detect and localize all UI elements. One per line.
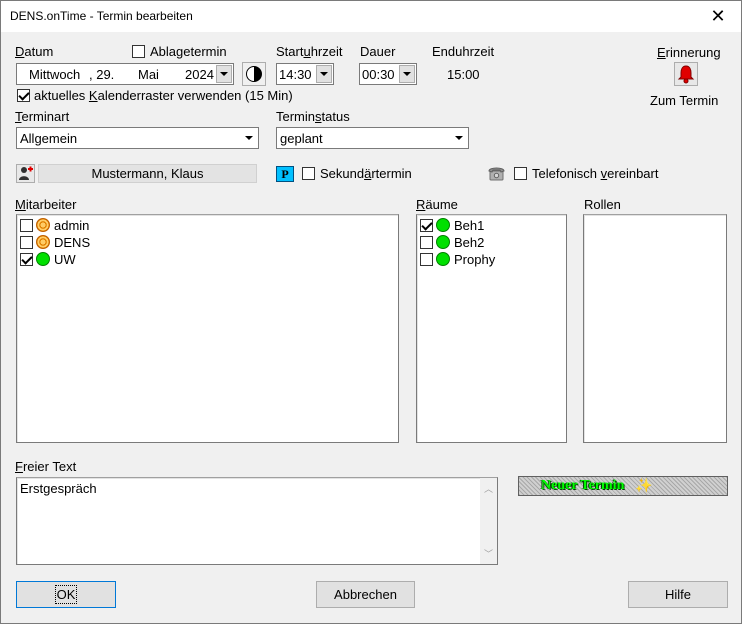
status-select[interactable]: geplant [276,127,469,149]
list-item[interactable]: admin [20,217,390,234]
room-beh2-checkbox[interactable] [420,236,433,249]
room-prophy-checkbox[interactable] [420,253,433,266]
free-text-label: Freier Text [15,459,77,474]
staff-uw-checkbox[interactable] [20,253,33,266]
status-available-icon [436,252,450,266]
list-item[interactable]: Beh2 [420,234,560,251]
ok-button[interactable]: OK [16,581,116,608]
sparkle-icon: ✨ [635,477,653,493]
scroll-down-icon[interactable]: ﹀ [484,547,493,560]
chevron-down-icon [403,72,411,76]
status-away-icon [36,235,50,249]
moon-phase-icon [246,66,262,82]
end-time-value: 15:00 [447,67,480,82]
close-icon[interactable]: ✕ [695,1,741,32]
scroll-up-icon[interactable]: ︿ [484,482,493,495]
end-label: Enduhrzeit [432,44,495,59]
patient-name: Mustermann, Klaus [38,164,257,183]
duration-value: 00:30 [362,67,395,82]
grid-option-label: aktuelles Kalenderraster verwenden (15 M… [34,88,293,103]
chevron-down-icon [245,136,253,140]
status-available-icon [436,235,450,249]
date-year: 2024 [185,67,214,82]
phone-label: Telefonisch vereinbart [532,166,659,181]
new-appointment-banner: Neuer Termin ✨ [518,476,728,496]
date-picker[interactable]: Mittwoch , 29. Mai 2024 [16,63,234,85]
status-available-icon [36,252,50,266]
duration-label: Dauer [360,44,396,59]
reminder-button[interactable] [674,62,698,86]
list-item[interactable]: UW [20,251,390,268]
private-badge-icon: P [276,166,294,182]
list-item[interactable]: Beh1 [420,217,560,234]
help-button[interactable]: Hilfe [628,581,728,608]
chevron-down-icon [320,72,328,76]
phone-icon [488,166,505,181]
start-time-value: 14:30 [279,67,312,82]
room-name: Beh1 [454,218,485,233]
duration-field[interactable]: 00:30 [359,63,417,85]
staff-name: admin [54,218,90,233]
room-name: Beh2 [454,235,485,250]
staff-label: Mitarbeiter [15,197,77,212]
cancel-button[interactable]: Abbrechen [316,581,415,608]
chevron-down-icon [220,72,228,76]
type-select[interactable]: Allgemein [16,127,259,149]
start-time-dropdown[interactable] [316,65,332,83]
cancel-label: Abbrechen [334,587,397,602]
secondary-label: Sekundärtermin [320,166,412,181]
list-item[interactable]: Prophy [420,251,560,268]
staff-name: UW [54,252,76,267]
rooms-list[interactable]: Beh1 Beh2 Prophy [416,214,567,443]
staff-list[interactable]: admin DENS UW [16,214,399,443]
status-available-icon [436,218,450,232]
date-month: Mai [138,67,159,82]
status-value: geplant [280,131,323,146]
staff-name: DENS [54,235,91,250]
phone-checkbox[interactable] [514,167,527,180]
dialog-window: DENS.onTime - Termin bearbeiten ✕ Datum … [0,0,742,624]
start-time-field[interactable]: 14:30 [276,63,334,85]
date-weekday: Mittwoch [29,67,81,82]
window-title: DENS.onTime - Termin bearbeiten [10,9,193,23]
reminder-label: Erinnerung [657,45,721,60]
help-label: Hilfe [664,587,691,602]
scrollbar[interactable]: ︿ ﹀ [480,478,497,564]
archive-label: Ablagetermin [150,44,227,59]
start-label: Startuhrzeit [276,44,343,59]
staff-dens-checkbox[interactable] [20,236,33,249]
type-value: Allgemein [20,131,78,146]
status-away-icon [36,218,50,232]
free-text-value: Erstgespräch [20,481,97,496]
patient-button[interactable] [16,164,35,183]
new-appointment-text: Neuer Termin [541,478,625,493]
list-item[interactable]: DENS [20,234,390,251]
title-bar: DENS.onTime - Termin bearbeiten ✕ [1,1,741,32]
type-label: Terminart [15,109,70,124]
patient-icon [19,166,33,180]
status-label: Terminstatus [276,109,350,124]
room-name: Prophy [454,252,496,267]
date-day: , 29. [89,67,115,82]
roles-list[interactable] [583,214,727,443]
archive-checkbox[interactable] [132,45,145,58]
chevron-down-icon [455,136,463,140]
duration-dropdown[interactable] [399,65,415,83]
goto-appointment-link[interactable]: Zum Termin [650,93,718,108]
type-dropdown[interactable] [240,129,257,147]
staff-admin-checkbox[interactable] [20,219,33,232]
rooms-label: Räume [416,197,458,212]
bell-icon [677,65,695,84]
free-text-area[interactable]: Erstgespräch ︿ ﹀ [16,477,498,565]
status-dropdown[interactable] [450,129,467,147]
date-label: Datum [15,44,54,59]
grid-option-checkbox[interactable] [17,89,30,102]
ok-label: OK [54,585,78,604]
date-dropdown-button[interactable] [216,65,232,83]
room-beh1-checkbox[interactable] [420,219,433,232]
moon-button[interactable] [242,62,266,86]
secondary-checkbox[interactable] [302,167,315,180]
roles-label: Rollen [584,197,621,212]
